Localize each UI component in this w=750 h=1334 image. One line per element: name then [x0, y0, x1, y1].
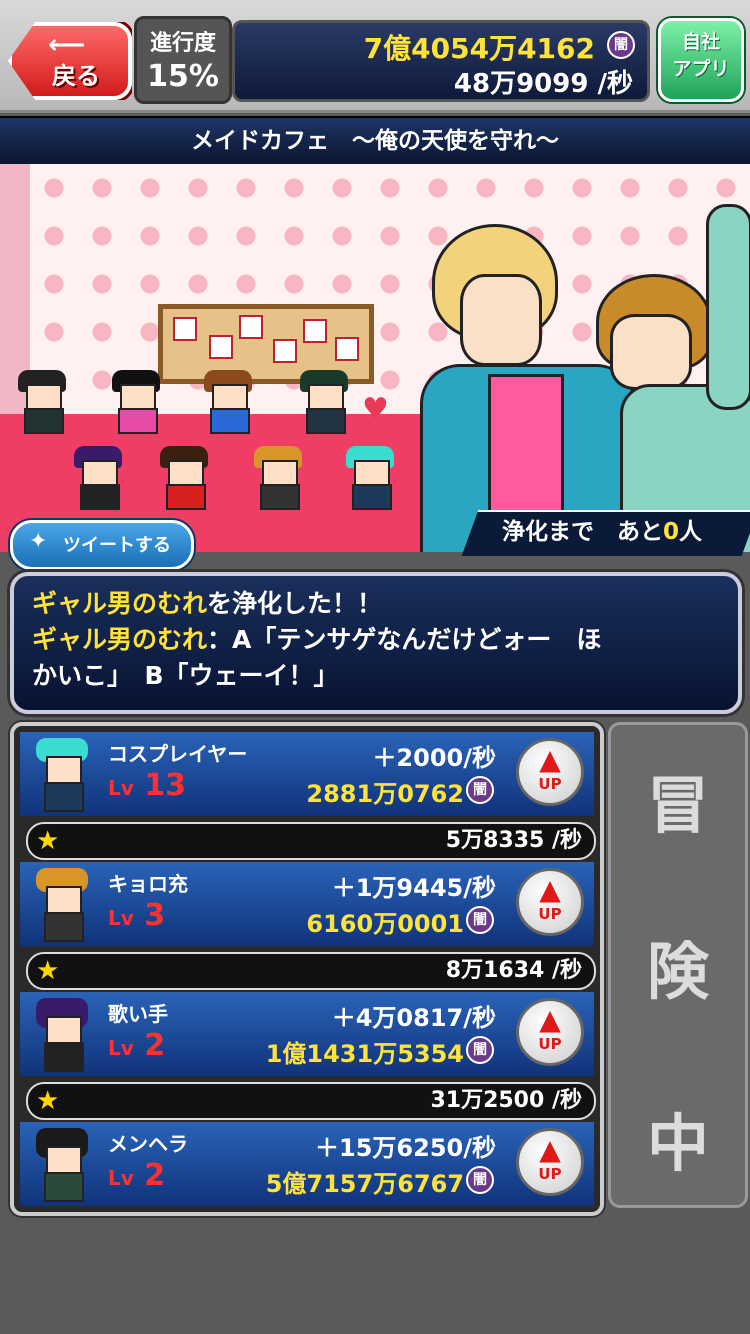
- top-bar: ⟵ 戻る 進行度 15% 7億4054万4162 闇 48万9099 /秒 自社…: [0, 0, 750, 113]
- money-total: 7億4054万4162: [363, 32, 595, 65]
- unit-rate: ＋2000/秒: [372, 744, 496, 772]
- brown-man-face: [610, 314, 692, 390]
- star-value: 8万1634 /秒: [445, 958, 582, 983]
- star-icon: ★: [36, 1086, 60, 1116]
- unit-row-menhera: メンヘラ Lv 2 ＋15万6250/秒 5億7157万6767 闇 ▲ UP: [20, 1122, 594, 1206]
- back-button[interactable]: ⟵ 戻る: [8, 22, 132, 100]
- up-arrow-icon: ▲: [539, 1003, 561, 1036]
- unit-cost: 1億1431万5354: [265, 1040, 464, 1068]
- unit-row-cosplayer: コスプレイヤー Lv 13 ＋2000/秒 2881万0762 闇 ▲ UP: [20, 732, 594, 816]
- progress-box: 進行度 15%: [134, 16, 232, 104]
- unit-name: コスプレイヤー: [108, 742, 248, 766]
- singer-avatar: [32, 998, 92, 1072]
- adventure-status-button[interactable]: 冒 険 中: [608, 722, 748, 1208]
- enemy-name: ギャル男のむれ: [32, 625, 208, 654]
- bird-icon: ✦: [29, 529, 48, 554]
- blond-man-face: [460, 274, 542, 366]
- brown-man-raised-arm: [706, 204, 750, 410]
- sprite-maid-1: [14, 370, 70, 434]
- progress-label: 進行度: [149, 31, 216, 56]
- stage-title: メイドカフェ ～俺の天使を守れ～: [0, 116, 750, 166]
- unit-name: キョロ充: [108, 872, 188, 896]
- money-box: 7億4054万4162 闇 48万9099 /秒: [232, 20, 650, 102]
- unit-cost: 6160万0001: [306, 910, 464, 938]
- level-up-button[interactable]: ▲ UP: [516, 1128, 584, 1196]
- unit-rate: ＋4万0817/秒: [331, 1004, 496, 1032]
- sprite-maid-2: [108, 370, 164, 434]
- yami-currency-icon: 闇: [466, 1036, 494, 1064]
- sprite-maid-4: [296, 370, 352, 434]
- message-text: ：A「テンサゲなんだけどォー ほ: [207, 625, 602, 654]
- game-scene: ♥: [0, 164, 750, 552]
- company-apps-button[interactable]: 自社 アプリ: [658, 18, 744, 102]
- unit-name: 歌い手: [108, 1002, 168, 1026]
- unit-level: Lv 2: [108, 1028, 166, 1063]
- star-value: 31万2500 /秒: [430, 1088, 582, 1113]
- yami-currency-icon: 闇: [466, 1166, 494, 1194]
- status-count: 0: [663, 519, 680, 545]
- star-icon: ★: [36, 826, 60, 856]
- back-label: 戻る: [52, 62, 100, 90]
- message-text: かいこ」 B「ウェーイ！」: [32, 661, 339, 690]
- up-arrow-icon: ▲: [539, 873, 561, 906]
- unit-name: メンヘラ: [108, 1132, 188, 1156]
- tweet-label: ツイートする: [63, 535, 171, 556]
- sprite-kyoro: [250, 446, 306, 510]
- money-rate: 48万9099 /秒: [453, 69, 633, 99]
- star-bar: ★ 8万1634 /秒: [26, 952, 596, 990]
- message-line-2: ギャル男のむれ：A「テンサゲなんだけどォー ほ: [32, 620, 601, 656]
- up-label: UP: [538, 775, 562, 793]
- unit-level: Lv 3: [108, 898, 166, 933]
- cosplayer-avatar: [32, 738, 92, 812]
- unit-level: Lv 13: [108, 768, 186, 803]
- sprite-customer: [156, 446, 212, 510]
- message-line-1: ギャル男のむれを浄化した！！: [32, 584, 382, 620]
- heart-icon: ♥: [362, 392, 389, 427]
- side-char-3: 中: [646, 1107, 709, 1180]
- sprite-maid-3: [200, 370, 256, 434]
- enemy-name: ギャル男のむれ: [32, 589, 208, 618]
- tweet-button[interactable]: ✦ ツイートする: [10, 520, 194, 570]
- status-prefix: 浄化まで あと: [502, 519, 663, 545]
- purify-status: 浄化まで あと0人: [502, 512, 702, 546]
- yami-currency-icon: 闇: [607, 31, 635, 59]
- message-box: ギャル男のむれを浄化した！！ ギャル男のむれ：A「テンサゲなんだけどォー ほ か…: [10, 572, 742, 714]
- up-label: UP: [538, 1035, 562, 1053]
- sprite-cosplayer: [342, 446, 398, 510]
- up-label: UP: [538, 905, 562, 923]
- level-up-button[interactable]: ▲ UP: [516, 738, 584, 806]
- status-suffix: 人: [679, 519, 703, 545]
- yami-currency-icon: 闇: [466, 776, 494, 804]
- star-bar: ★ 31万2500 /秒: [26, 1082, 596, 1120]
- unit-rate: ＋1万9445/秒: [331, 874, 496, 902]
- sprite-singer: [70, 446, 126, 510]
- yami-currency-icon: 闇: [466, 906, 494, 934]
- unit-row-singer: 歌い手 Lv 2 ＋4万0817/秒 1億1431万5354 闇 ▲ UP: [20, 992, 594, 1076]
- app-label-line1: 自社: [681, 31, 720, 53]
- star-value: 5万8335 /秒: [445, 828, 582, 853]
- level-up-button[interactable]: ▲ UP: [516, 998, 584, 1066]
- up-label: UP: [538, 1165, 562, 1183]
- side-char-1: 冒: [646, 769, 709, 842]
- unit-list[interactable]: コスプレイヤー Lv 13 ＋2000/秒 2881万0762 闇 ▲ UP ★…: [10, 722, 604, 1216]
- unit-rate: ＋15万6250/秒: [315, 1134, 496, 1162]
- level-up-button[interactable]: ▲ UP: [516, 868, 584, 936]
- unit-row-kyoro: キョロ充 Lv 3 ＋1万9445/秒 6160万0001 闇 ▲ UP: [20, 862, 594, 946]
- star-icon: ★: [36, 956, 60, 986]
- app-label-line2: アプリ: [672, 58, 730, 80]
- unit-cost: 5億7157万6767: [265, 1170, 464, 1198]
- up-arrow-icon: ▲: [539, 743, 561, 776]
- kyoro-avatar: [32, 868, 92, 942]
- unit-cost: 2881万0762: [306, 780, 464, 808]
- side-char-2: 険: [646, 935, 709, 1008]
- up-arrow-icon: ▲: [539, 1133, 561, 1166]
- progress-value: 15%: [147, 59, 219, 94]
- message-text: を浄化した！！: [207, 589, 383, 618]
- message-line-3: かいこ」 B「ウェーイ！」: [32, 656, 339, 692]
- star-bar: ★ 5万8335 /秒: [26, 822, 596, 860]
- unit-level: Lv 2: [108, 1158, 166, 1193]
- menhera-avatar: [32, 1128, 92, 1202]
